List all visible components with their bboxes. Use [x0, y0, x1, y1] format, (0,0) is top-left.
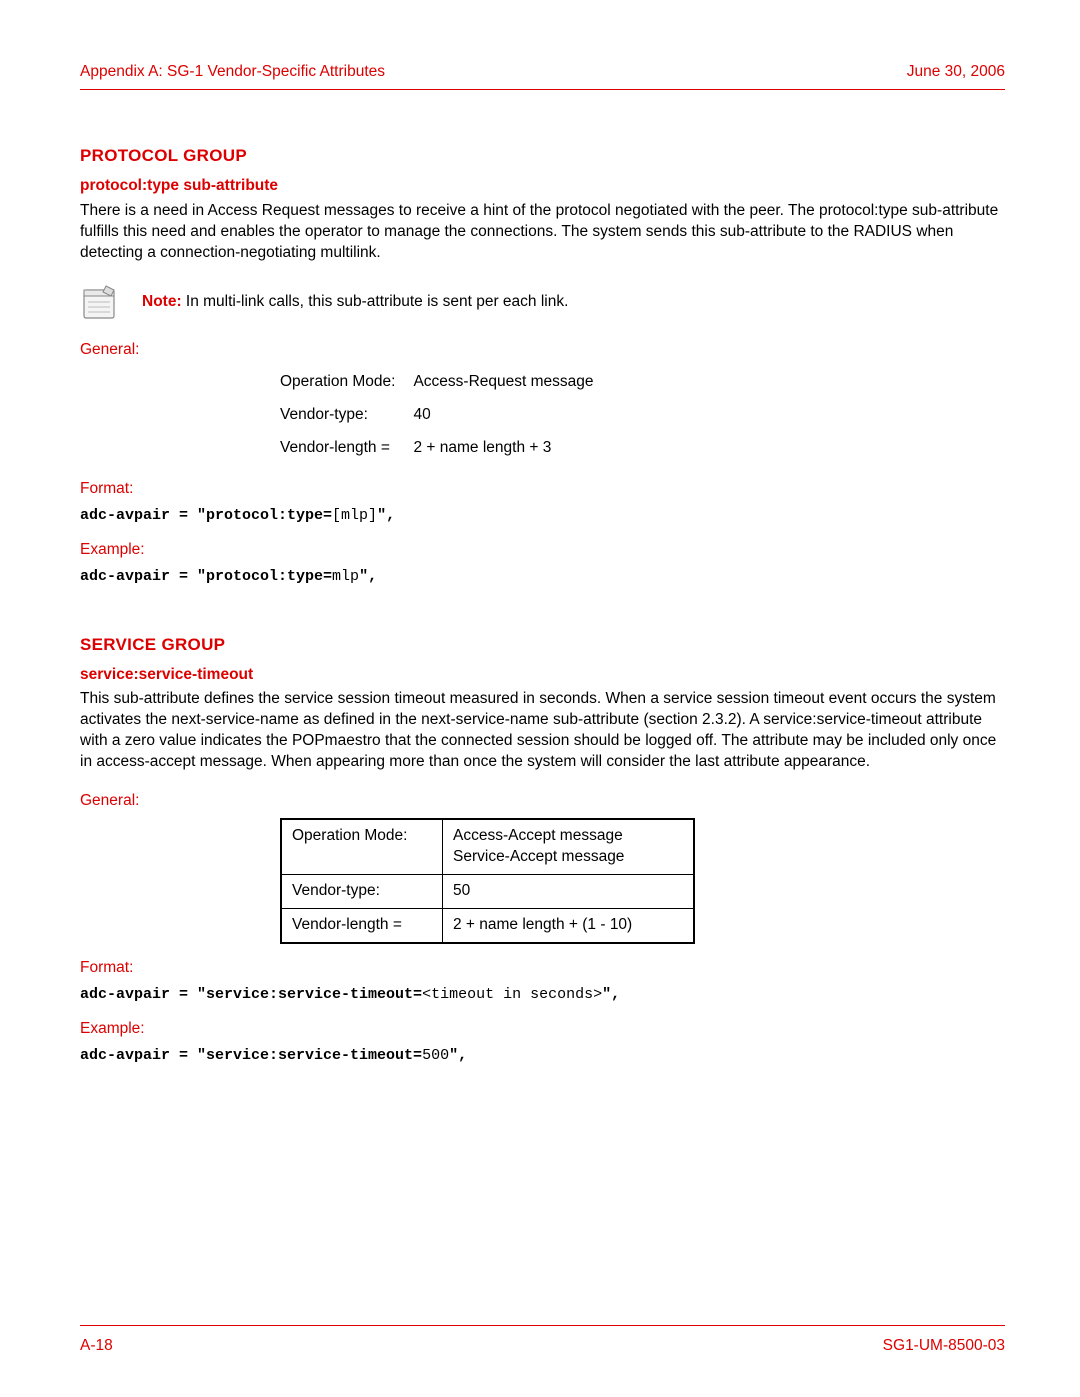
service-format-label: Format:	[80, 958, 1005, 979]
service-general-label: General:	[80, 791, 1005, 812]
table-row: Vendor-length = 2 + name length + (1 - 1…	[281, 908, 694, 942]
cell-value: Access-Accept message Service-Accept mes…	[443, 819, 695, 874]
table-row: Operation Mode: Access-Request message	[280, 366, 612, 399]
code-prefix: adc-avpair = "service:service-timeout=	[80, 1047, 422, 1064]
protocol-body-text: There is a need in Access Request messag…	[80, 201, 1005, 264]
code-suffix: ",	[602, 986, 620, 1003]
service-group-heading: SERVICE GROUP	[80, 634, 1005, 657]
protocol-general-table: Operation Mode: Access-Request message V…	[280, 366, 612, 465]
header-date: June 30, 2006	[907, 62, 1005, 83]
footer-doc-id: SG1-UM-8500-03	[883, 1336, 1005, 1357]
protocol-format-code: adc-avpair = "protocol:type=[mlp]",	[80, 506, 1005, 526]
protocol-type-subheading: protocol:type sub-attribute	[80, 176, 1005, 197]
service-example-label: Example:	[80, 1019, 1005, 1040]
code-suffix: ",	[377, 507, 395, 524]
protocol-example-label: Example:	[80, 540, 1005, 561]
code-suffix: ",	[359, 568, 377, 585]
note-label: Note:	[142, 293, 182, 310]
protocol-format-label: Format:	[80, 479, 1005, 500]
table-row: Operation Mode: Access-Accept message Se…	[281, 819, 694, 874]
cell-key: Operation Mode:	[280, 366, 413, 399]
code-prefix: adc-avpair = "service:service-timeout=	[80, 986, 422, 1003]
note-text: Note: In multi-link calls, this sub-attr…	[142, 292, 568, 313]
cell-value: 2 + name length + (1 - 10)	[443, 908, 695, 942]
cell-line: Service-Accept message	[453, 848, 624, 865]
cell-key: Vendor-length =	[280, 432, 413, 465]
cell-key: Vendor-length =	[281, 908, 443, 942]
service-timeout-subheading: service:service-timeout	[80, 665, 1005, 686]
cell-value: 50	[443, 874, 695, 908]
service-example-code: adc-avpair = "service:service-timeout=50…	[80, 1046, 1005, 1066]
page-footer: A-18 SG1-UM-8500-03	[80, 1325, 1005, 1357]
service-general-table: Operation Mode: Access-Accept message Se…	[280, 818, 695, 944]
code-variable: [mlp]	[332, 507, 377, 524]
note-body: In multi-link calls, this sub-attribute …	[182, 293, 569, 310]
code-variable: mlp	[332, 568, 359, 585]
service-format-code: adc-avpair = "service:service-timeout=<t…	[80, 985, 1005, 1005]
table-row: Vendor-length = 2 + name length + 3	[280, 432, 612, 465]
page-container: Appendix A: SG-1 Vendor-Specific Attribu…	[0, 0, 1080, 1397]
page-header: Appendix A: SG-1 Vendor-Specific Attribu…	[80, 62, 1005, 90]
protocol-example-code: adc-avpair = "protocol:type=mlp",	[80, 567, 1005, 587]
table-row: Vendor-type: 40	[280, 399, 612, 432]
cell-value: Access-Request message	[413, 366, 611, 399]
cell-key: Vendor-type:	[281, 874, 443, 908]
header-title: Appendix A: SG-1 Vendor-Specific Attribu…	[80, 62, 385, 83]
protocol-group-heading: PROTOCOL GROUP	[80, 145, 1005, 168]
footer-page-number: A-18	[80, 1336, 113, 1357]
note-callout: Note: In multi-link calls, this sub-attr…	[80, 282, 1005, 324]
cell-line: Access-Accept message	[453, 827, 623, 844]
cell-value: 40	[413, 399, 611, 432]
notepad-icon	[80, 282, 122, 324]
cell-value: 2 + name length + 3	[413, 432, 611, 465]
code-prefix: adc-avpair = "protocol:type=	[80, 507, 332, 524]
table-row: Vendor-type: 50	[281, 874, 694, 908]
cell-key: Vendor-type:	[280, 399, 413, 432]
protocol-general-label: General:	[80, 340, 1005, 361]
code-prefix: adc-avpair = "protocol:type=	[80, 568, 332, 585]
cell-key: Operation Mode:	[281, 819, 443, 874]
code-variable: <timeout in seconds>	[422, 986, 602, 1003]
service-body-text: This sub-attribute defines the service s…	[80, 689, 1005, 773]
code-suffix: ",	[449, 1047, 467, 1064]
code-variable: 500	[422, 1047, 449, 1064]
